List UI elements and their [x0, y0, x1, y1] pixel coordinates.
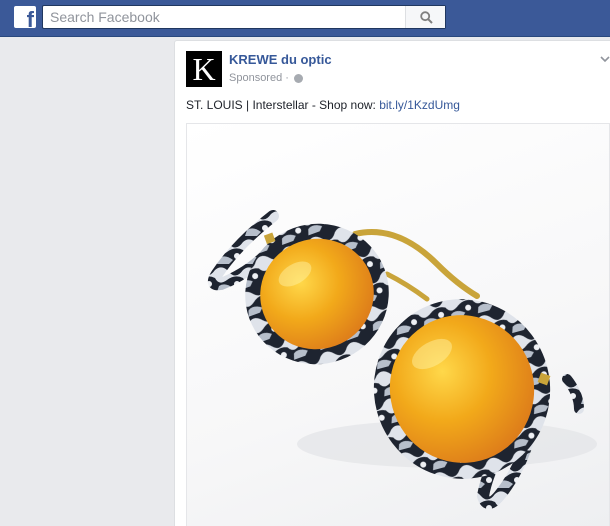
- search-bar: [42, 5, 446, 29]
- globe-icon: [293, 73, 303, 83]
- top-navigation-bar: f: [0, 0, 610, 37]
- avatar-letter: K: [192, 51, 216, 87]
- meta-separator: ·: [285, 72, 289, 84]
- sunglasses-image: [207, 210, 597, 509]
- page-name-link[interactable]: KREWE du optic: [229, 52, 332, 67]
- shop-link[interactable]: bit.ly/1KzdUmg: [379, 98, 460, 112]
- post-caption: ST. LOUIS | Interstellar - Shop now:: [186, 98, 380, 112]
- search-button[interactable]: [405, 6, 445, 28]
- post-meta: Sponsored ·: [229, 72, 303, 84]
- facebook-logo-glyph: f: [26, 7, 34, 29]
- post-image[interactable]: [186, 123, 610, 526]
- sponsored-post-card: K KREWE du optic Sponsored · ST. LOUIS |…: [174, 40, 610, 526]
- sponsored-label: Sponsored: [229, 72, 283, 84]
- page-avatar[interactable]: K: [186, 51, 222, 87]
- post-text: ST. LOUIS | Interstellar - Shop now: bit…: [186, 98, 460, 112]
- search-icon: [420, 11, 433, 24]
- search-input[interactable]: [43, 6, 405, 28]
- facebook-logo-icon[interactable]: f: [14, 6, 36, 28]
- chevron-down-icon[interactable]: [599, 53, 610, 65]
